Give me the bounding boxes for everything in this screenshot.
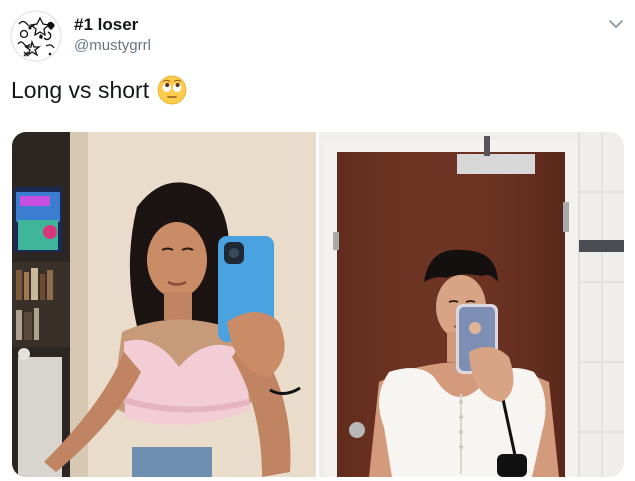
rolling-eyes-emoji-icon (157, 75, 187, 105)
long-hair-selfie-image (12, 132, 316, 477)
tweet-text: Long vs short (11, 75, 187, 105)
display-name[interactable]: #1 loser (74, 15, 138, 35)
more-options-caret-icon[interactable] (606, 14, 626, 34)
tweet-text-content: Long vs short (11, 76, 150, 103)
photo-short-hair[interactable] (319, 132, 624, 477)
avatar-doodle-icon (10, 10, 62, 62)
short-hair-selfie-image (319, 132, 624, 477)
user-handle[interactable]: @mustygrrl (74, 37, 151, 54)
media-grid (12, 132, 624, 477)
profile-avatar[interactable] (10, 10, 62, 62)
tweet-card: #1 loser @mustygrrl Long vs short (0, 0, 635, 481)
photo-long-hair[interactable] (12, 132, 316, 477)
